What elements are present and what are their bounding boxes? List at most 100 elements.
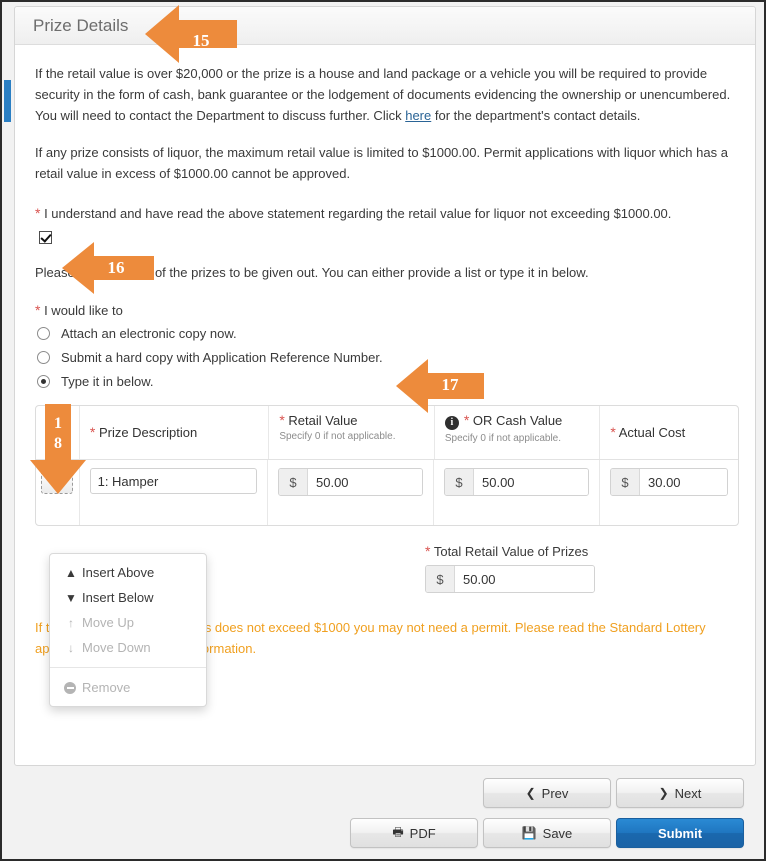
total-retail-value-section: * Total Retail Value of Prizes $ bbox=[425, 544, 595, 594]
chevron-up-icon: ▲ bbox=[65, 565, 77, 580]
radio-label: Type it in below. bbox=[61, 374, 154, 390]
choice-group-label-text: I would like to bbox=[44, 303, 123, 319]
save-disk-icon: 💾 bbox=[521, 826, 537, 840]
menu-item-label: Insert Above bbox=[82, 565, 155, 580]
prize-description-input[interactable] bbox=[89, 468, 257, 495]
radio-button[interactable] bbox=[37, 327, 50, 341]
submit-button-label: Submit bbox=[657, 825, 703, 841]
submission-method-radio-group: Attach an electronic copy now. Submit a … bbox=[37, 326, 735, 389]
page-title: Prize Details bbox=[33, 15, 129, 35]
menu-item-label: Insert Below bbox=[82, 590, 154, 605]
annotation-label-18: 1 8 bbox=[45, 414, 71, 454]
radio-option-hard-copy[interactable]: Submit a hard copy with Application Refe… bbox=[37, 350, 735, 365]
submit-button[interactable]: Submit bbox=[616, 818, 744, 848]
currency-symbol: $ bbox=[611, 469, 640, 496]
panel-header: Prize Details bbox=[15, 7, 755, 45]
cash-value-money-field: $ bbox=[444, 468, 589, 497]
currency-symbol: $ bbox=[445, 469, 474, 496]
left-edge-blue-tab bbox=[4, 80, 11, 122]
consent-statement-label: * I understand and have read the above s… bbox=[35, 206, 735, 221]
cash-value-header-cell: i * OR Cash Value Specify 0 if not applic… bbox=[435, 406, 601, 460]
form-submit-button-row: 🖶 PDF 💾 Save Submit bbox=[350, 818, 744, 848]
required-asterisk: * bbox=[279, 412, 285, 429]
annotation-label-15: 15 bbox=[192, 31, 210, 50]
minus-circle-icon bbox=[64, 681, 76, 694]
prize-description-header: * Prize Description bbox=[90, 425, 197, 440]
chevron-right-icon: ❯ bbox=[658, 786, 669, 800]
prize-details-panel: Prize Details If the retail value is ove… bbox=[14, 6, 756, 766]
radio-button[interactable] bbox=[37, 351, 50, 365]
prize-description-header-cell: * Prize Description bbox=[80, 406, 270, 460]
menu-separator bbox=[50, 667, 206, 668]
info-icon[interactable]: i bbox=[444, 416, 459, 431]
total-retail-value-field: $ bbox=[425, 565, 595, 594]
annotation-label-16: 16 bbox=[107, 258, 125, 277]
cash-value-hint: Specify 0 if not applicable. bbox=[444, 433, 562, 445]
radio-button[interactable] bbox=[37, 375, 50, 389]
save-button-label: Save bbox=[542, 825, 573, 841]
menu-item-insert-below[interactable]: ▼ Insert Below bbox=[50, 585, 206, 610]
annotation-label-18-digit-1: 1 bbox=[54, 415, 62, 432]
annotation-label-17: 17 bbox=[441, 375, 459, 394]
next-button[interactable]: ❯ Next bbox=[616, 778, 744, 808]
consent-statement-text: I understand and have read the above sta… bbox=[44, 206, 672, 221]
header-text: Prize Description bbox=[98, 425, 198, 441]
save-button[interactable]: 💾 Save bbox=[483, 818, 611, 848]
arrow-down-icon: ↓ bbox=[68, 640, 74, 655]
menu-item-move-down: ↓ Move Down bbox=[50, 635, 206, 660]
cash-value-cell: $ bbox=[434, 460, 600, 526]
choice-group-label: * I would like to bbox=[35, 303, 735, 318]
consent-checkbox[interactable] bbox=[39, 231, 52, 245]
header-text: OR Cash Value bbox=[472, 413, 563, 429]
pdf-button[interactable]: 🖶 PDF bbox=[350, 818, 478, 848]
header-text: Actual Cost bbox=[618, 425, 686, 441]
prev-button[interactable]: ❮ Prev bbox=[483, 778, 611, 808]
department-contact-link[interactable]: here bbox=[405, 108, 431, 123]
menu-item-label: Remove bbox=[82, 680, 131, 695]
retail-value-header: * Retail Value bbox=[279, 413, 424, 428]
navigation-button-row: ❮ Prev ❯ Next bbox=[483, 778, 744, 808]
prize-description-cell bbox=[80, 460, 268, 526]
chevron-left-icon: ❮ bbox=[525, 786, 536, 800]
required-asterisk: * bbox=[35, 302, 41, 319]
menu-item-label: Move Up bbox=[82, 615, 135, 630]
paragraph-1-text-after-link: for the department's contact details. bbox=[431, 108, 641, 123]
menu-item-remove: Remove bbox=[50, 675, 206, 700]
required-asterisk: * bbox=[463, 412, 470, 429]
chevron-down-icon: ▼ bbox=[65, 590, 77, 605]
required-asterisk: * bbox=[89, 424, 96, 441]
liquor-limit-paragraph: If any prize consists of liquor, the max… bbox=[35, 145, 728, 181]
header-text: Retail Value bbox=[288, 413, 358, 429]
annotation-label-18-digit-2: 8 bbox=[54, 435, 62, 452]
form-action-bar: ❮ Prev ❯ Next 🖶 PDF 💾 Save Submit bbox=[14, 774, 756, 856]
printer-icon: 🖶 bbox=[392, 824, 404, 839]
pdf-button-label: PDF bbox=[409, 825, 436, 841]
retail-value-cell: $ bbox=[268, 460, 434, 526]
menu-item-label: Move Down bbox=[82, 640, 151, 655]
radio-label: Submit a hard copy with Application Refe… bbox=[61, 350, 383, 366]
actual-cost-input[interactable] bbox=[640, 469, 727, 496]
prev-button-label: Prev bbox=[541, 785, 569, 801]
required-asterisk: * bbox=[425, 543, 431, 560]
retail-value-security-paragraph: If the retail value is over $20,000 or t… bbox=[35, 63, 735, 126]
actual-cost-cell: $ bbox=[600, 460, 738, 525]
actual-cost-header-cell: * Actual Cost bbox=[600, 406, 738, 459]
arrow-up-icon: ↑ bbox=[68, 615, 74, 630]
total-label-text: Total Retail Value of Prizes bbox=[433, 544, 589, 560]
prize-table: * Prize Description * Retail Value Speci… bbox=[35, 405, 739, 527]
currency-symbol: $ bbox=[279, 469, 308, 496]
actual-cost-header: * Actual Cost bbox=[610, 425, 685, 440]
radio-label: Attach an electronic copy now. bbox=[61, 326, 237, 342]
menu-item-move-up: ↑ Move Up bbox=[50, 610, 206, 635]
radio-option-attach-electronic[interactable]: Attach an electronic copy now. bbox=[37, 326, 735, 341]
required-asterisk: * bbox=[35, 205, 41, 221]
radio-option-type-in-below[interactable]: Type it in below. bbox=[37, 374, 735, 389]
menu-item-insert-above[interactable]: ▲ Insert Above bbox=[50, 560, 206, 585]
total-retail-value-input[interactable] bbox=[455, 566, 594, 593]
retail-value-header-cell: * Retail Value Specify 0 if not applicab… bbox=[269, 406, 435, 460]
retail-value-hint: Specify 0 if not applicable. bbox=[279, 431, 396, 443]
total-retail-value-label: * Total Retail Value of Prizes bbox=[425, 544, 595, 559]
cash-value-header: i * OR Cash Value bbox=[444, 412, 590, 431]
retail-value-input[interactable] bbox=[308, 469, 422, 496]
cash-value-input[interactable] bbox=[474, 469, 588, 496]
